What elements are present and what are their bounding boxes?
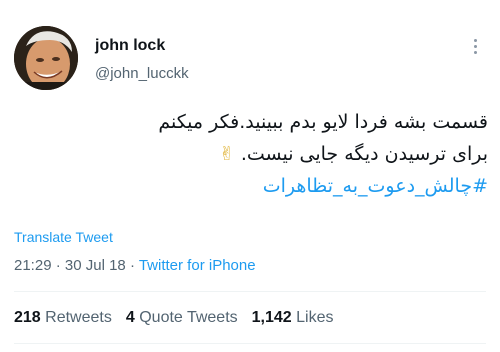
tweet-text: قسمت بشه فردا لایو بدم ببینید.فکر میکنم …: [10, 106, 488, 202]
more-dots-icon[interactable]: [468, 36, 482, 60]
author-name[interactable]: john lock: [95, 37, 165, 55]
hashtag-link[interactable]: #چالش_دعوت_به_تظاهرات: [10, 170, 488, 202]
quote-tweets-stat[interactable]: 4 Quote Tweets: [126, 309, 238, 326]
author-handle[interactable]: @john_lucckk: [95, 65, 189, 82]
avatar[interactable]: [14, 26, 78, 90]
tweet-line-1: قسمت بشه فردا لایو بدم ببینید.فکر میکنم: [158, 111, 488, 133]
tweet-meta: 21:29 · 30 Jul 18 · Twitter for iPhone: [14, 257, 256, 274]
likes-count: 1,142: [251, 309, 292, 326]
tweet-source-link[interactable]: Twitter for iPhone: [139, 257, 256, 274]
engagement-stats: 218 Retweets 4 Quote Tweets 1,142 Likes: [14, 309, 348, 327]
tweet-line-2-text: برای ترسیدن دیگه جایی نیست.: [240, 143, 488, 165]
tweet-date[interactable]: 30 Jul 18: [65, 257, 126, 274]
profile-photo-icon: [14, 26, 78, 90]
tweet-line-2: برای ترسیدن دیگه جایی نیست. ✌: [10, 138, 488, 170]
retweets-label: Retweets: [45, 309, 112, 326]
likes-label: Likes: [296, 309, 334, 326]
translate-tweet-link[interactable]: Translate Tweet: [14, 229, 113, 245]
victory-hand-icon: ✌: [218, 143, 235, 165]
tweet-time[interactable]: 21:29: [14, 257, 52, 274]
quote-tweets-count: 4: [125, 309, 135, 326]
meta-separator: ·: [125, 257, 139, 274]
divider: [14, 343, 486, 344]
retweets-count: 218: [14, 309, 41, 326]
retweets-stat[interactable]: 218 Retweets: [14, 309, 112, 326]
meta-separator: ·: [51, 257, 65, 274]
likes-stat[interactable]: 1,142 Likes: [252, 309, 334, 326]
quote-tweets-label: Quote Tweets: [139, 309, 238, 326]
tweet-card: john lock @john_lucckk قسمت بشه فردا لای…: [0, 0, 500, 352]
divider: [14, 291, 486, 292]
